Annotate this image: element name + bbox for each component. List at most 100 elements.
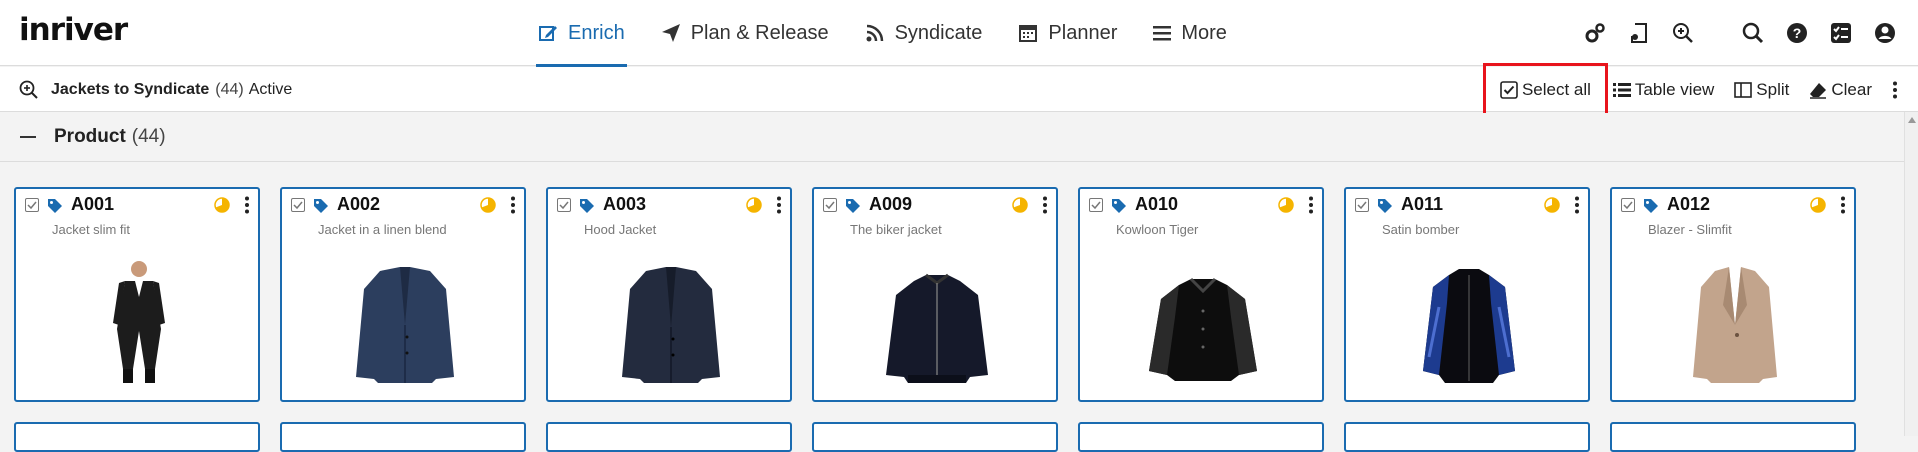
checkbox-icon[interactable] xyxy=(557,198,571,212)
file-music-icon[interactable] xyxy=(1628,22,1650,44)
nav-icon-group: ? xyxy=(1584,0,1918,66)
checkbox-icon[interactable] xyxy=(823,198,837,212)
split-icon xyxy=(1734,81,1753,98)
checkbox-icon[interactable] xyxy=(1621,198,1635,212)
product-card[interactable] xyxy=(1610,422,1856,452)
group-title: Product xyxy=(54,126,126,147)
main-tabs: Enrich Plan & Release Syndicate Planner … xyxy=(536,0,1263,67)
select-all-button[interactable]: Select all xyxy=(1482,63,1608,117)
query-name: Jackets to Syndicate xyxy=(51,80,210,98)
product-card[interactable]: A003 Hood Jacket xyxy=(546,187,792,402)
tab-planner[interactable]: Planner xyxy=(1018,0,1117,66)
product-description: Hood Jacket xyxy=(584,222,657,237)
product-description: Jacket in a linen blend xyxy=(318,222,447,237)
clear-button[interactable]: Clear xyxy=(1809,80,1872,100)
product-id: A002 xyxy=(337,194,381,214)
completeness-icon xyxy=(214,197,230,213)
tab-plan-release[interactable]: Plan & Release xyxy=(661,0,829,66)
product-description: Kowloon Tiger xyxy=(1116,222,1199,237)
paper-plane-icon xyxy=(661,24,680,42)
product-id: A011 xyxy=(1401,194,1444,214)
query-info: Jackets to Syndicate (44) Active xyxy=(19,67,292,112)
split-button[interactable]: Split xyxy=(1734,80,1789,100)
product-card[interactable]: A012 Blazer - Slimfit xyxy=(1610,187,1856,402)
tab-label: Syndicate xyxy=(894,21,983,44)
card-menu-icon[interactable] xyxy=(1308,196,1314,214)
card-menu-icon[interactable] xyxy=(1042,196,1048,214)
tag-icon xyxy=(1644,199,1658,213)
checklist-icon[interactable] xyxy=(1830,22,1852,44)
card-menu-icon[interactable] xyxy=(1840,196,1846,214)
search-icon[interactable] xyxy=(1742,22,1764,44)
tab-more[interactable]: More xyxy=(1153,0,1227,66)
product-image xyxy=(1672,255,1798,385)
group-count: (44) xyxy=(131,126,166,147)
checkbox-icon[interactable] xyxy=(291,198,305,212)
checkbox-icon[interactable] xyxy=(1089,198,1103,212)
card-menu-icon[interactable] xyxy=(510,196,516,214)
product-card[interactable]: A002 Jacket in a linen blend xyxy=(280,187,526,402)
product-card[interactable] xyxy=(1078,422,1324,452)
product-card[interactable]: A001 Jacket slim fit xyxy=(14,187,260,402)
product-description: Blazer - Slimfit xyxy=(1648,222,1732,237)
app-logo[interactable]: inriver xyxy=(19,12,128,48)
tag-icon xyxy=(1112,199,1126,213)
more-options-icon[interactable] xyxy=(1892,81,1902,99)
product-image xyxy=(76,255,202,385)
card-menu-icon[interactable] xyxy=(776,196,782,214)
query-count: (44) xyxy=(215,80,244,98)
tab-label: Plan & Release xyxy=(690,21,829,44)
product-card[interactable]: A011 Satin bomber xyxy=(1344,187,1590,402)
collapse-icon[interactable] xyxy=(20,136,36,138)
product-card[interactable] xyxy=(14,422,260,452)
checkbox-icon[interactable] xyxy=(25,198,39,212)
product-description: Jacket slim fit xyxy=(52,222,131,237)
product-card[interactable] xyxy=(546,422,792,452)
completeness-icon xyxy=(1012,197,1028,213)
tag-icon xyxy=(48,199,62,213)
vertical-scrollbar[interactable] xyxy=(1904,112,1918,436)
tag-icon xyxy=(580,199,594,213)
tab-label: More xyxy=(1181,21,1227,44)
table-view-button[interactable]: Table view xyxy=(1612,80,1714,100)
user-icon[interactable] xyxy=(1874,22,1896,44)
scroll-up-arrow-icon[interactable] xyxy=(1908,117,1916,123)
zoom-in-icon[interactable] xyxy=(19,80,39,100)
checkbox-icon xyxy=(1500,81,1518,99)
checkbox-icon[interactable] xyxy=(1355,198,1369,212)
product-card[interactable] xyxy=(280,422,526,452)
zoom-in-icon[interactable] xyxy=(1672,22,1694,44)
query-bar: Jackets to Syndicate (44) Active Select … xyxy=(0,63,1918,117)
clear-label: Clear xyxy=(1831,79,1872,99)
hamburger-icon xyxy=(1153,26,1172,41)
product-card[interactable]: A010 Kowloon Tiger xyxy=(1078,187,1324,402)
select-all-label: Select all xyxy=(1521,80,1591,99)
list-icon xyxy=(1612,82,1631,97)
tab-label: Planner xyxy=(1048,21,1118,44)
product-group-header: Product (44) xyxy=(0,113,1904,162)
completeness-icon xyxy=(1278,197,1294,213)
product-image xyxy=(874,255,1000,385)
card-menu-icon[interactable] xyxy=(1574,196,1580,214)
query-state: Active xyxy=(248,80,293,98)
gears-icon[interactable] xyxy=(1584,22,1606,44)
tag-icon xyxy=(846,199,860,213)
product-card[interactable] xyxy=(1344,422,1590,452)
tab-syndicate[interactable]: Syndicate xyxy=(865,0,983,66)
help-icon[interactable]: ? xyxy=(1786,22,1808,44)
product-id: A009 xyxy=(869,194,913,214)
calendar-icon xyxy=(1019,25,1038,42)
rss-icon xyxy=(866,24,883,42)
top-nav: inriver Enrich Plan & Release Syndicate … xyxy=(0,0,1918,67)
product-cards-next-row xyxy=(14,422,1876,452)
product-image xyxy=(1406,255,1532,385)
tag-icon xyxy=(1378,199,1392,213)
card-menu-icon[interactable] xyxy=(244,196,250,214)
product-card[interactable] xyxy=(812,422,1058,452)
completeness-icon xyxy=(480,197,496,213)
svg-text:?: ? xyxy=(1793,25,1802,41)
tab-enrich[interactable]: Enrich xyxy=(536,0,627,67)
query-actions: Select all Table view Split Clear xyxy=(1482,63,1918,117)
product-card[interactable]: A009 The biker jacket xyxy=(812,187,1058,402)
product-id: A012 xyxy=(1667,194,1711,214)
